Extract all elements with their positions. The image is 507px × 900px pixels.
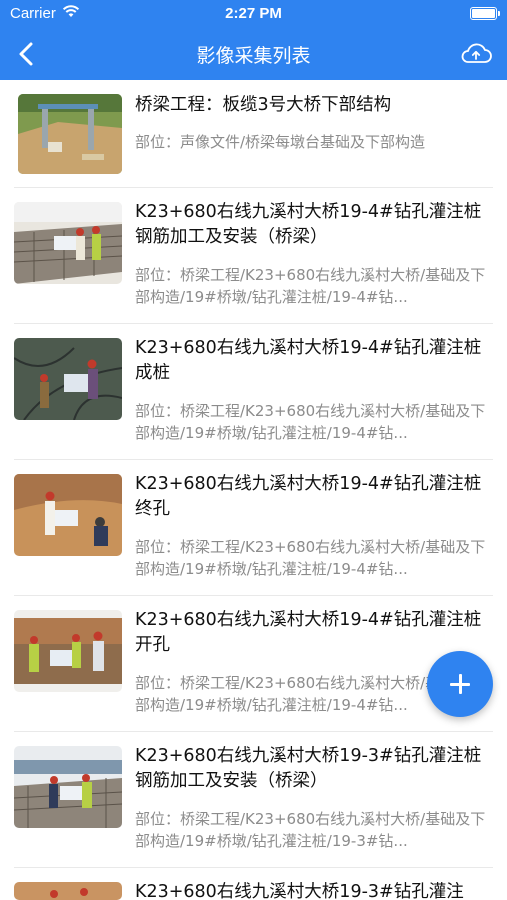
list-item[interactable]: K23+680右线九溪村大桥19-4#钻孔灌注桩钢筋加工及安装（桥梁） 部位：桥… xyxy=(14,188,493,324)
item-thumbnail xyxy=(14,202,122,284)
page-title: 影像采集列表 xyxy=(196,45,311,67)
item-title: K23+680右线九溪村大桥19-4#钻孔灌注桩开孔 xyxy=(135,610,482,655)
clock: 2:27 PM xyxy=(225,5,282,22)
list-item[interactable]: K23+680右线九溪村大桥19-3#钻孔灌注桩钢筋加工及安装（桥梁） 部位：桥… xyxy=(14,732,493,868)
list-item[interactable]: 桥梁工程：板缆3号大桥下部结构 部位：声像文件/桥梁每墩台基础及下部构造 xyxy=(14,90,493,188)
item-title: K23+680右线九溪村大桥19-4#钻孔灌注桩成桩 xyxy=(135,338,482,383)
item-location: 部位：声像文件/桥梁每墩台基础及下部构造 xyxy=(135,133,426,151)
item-title: K23+680右线九溪村大桥19-4#钻孔灌注桩终孔 xyxy=(135,474,482,519)
item-title: 桥梁工程：板缆3号大桥下部结构 xyxy=(135,95,392,115)
item-thumbnail xyxy=(14,610,122,692)
item-title: K23+680右线九溪村大桥19-3#钻孔灌注 xyxy=(135,882,464,900)
list-item[interactable]: K23+680右线九溪村大桥19-4#钻孔灌注桩终孔 部位：桥梁工程/K23+6… xyxy=(14,460,493,596)
battery-icon xyxy=(470,7,500,20)
list-item[interactable]: K23+680右线九溪村大桥19-3#钻孔灌注 xyxy=(14,868,493,900)
item-thumbnail xyxy=(14,474,122,556)
item-title: K23+680右线九溪村大桥19-3#钻孔灌注桩钢筋加工及安装（桥梁） xyxy=(135,746,482,791)
add-button[interactable] xyxy=(427,651,493,717)
item-location: 部位：桥梁工程/K23+680右线九溪村大桥/基础及下部构造/19#桥墩/钻孔灌… xyxy=(135,402,486,442)
list-item[interactable]: K23+680右线九溪村大桥19-4#钻孔灌注桩开孔 部位：桥梁工程/K23+6… xyxy=(14,596,493,732)
cloud-upload-icon[interactable] xyxy=(459,40,493,68)
item-location: 部位：桥梁工程/K23+680右线九溪村大桥/基础及下部构造/19#桥墩/钻孔灌… xyxy=(135,266,486,306)
item-thumbnail xyxy=(14,338,122,420)
list-item[interactable]: K23+680右线九溪村大桥19-4#钻孔灌注桩成桩 部位：桥梁工程/K23+6… xyxy=(14,324,493,460)
nav-bar: 影像采集列表 xyxy=(0,28,507,80)
status-bar: Carrier 2:27 PM xyxy=(0,0,507,28)
item-location: 部位：桥梁工程/K23+680右线九溪村大桥/基础及下部构造/19#桥墩/钻孔灌… xyxy=(135,538,486,578)
item-title: K23+680右线九溪村大桥19-4#钻孔灌注桩钢筋加工及安装（桥梁） xyxy=(135,202,482,247)
item-thumbnail xyxy=(14,882,122,900)
item-thumbnail xyxy=(18,94,122,174)
item-location: 部位：桥梁工程/K23+680右线九溪村大桥/基础及下部构造/19#桥墩/钻孔灌… xyxy=(135,810,486,850)
item-thumbnail xyxy=(14,746,122,828)
